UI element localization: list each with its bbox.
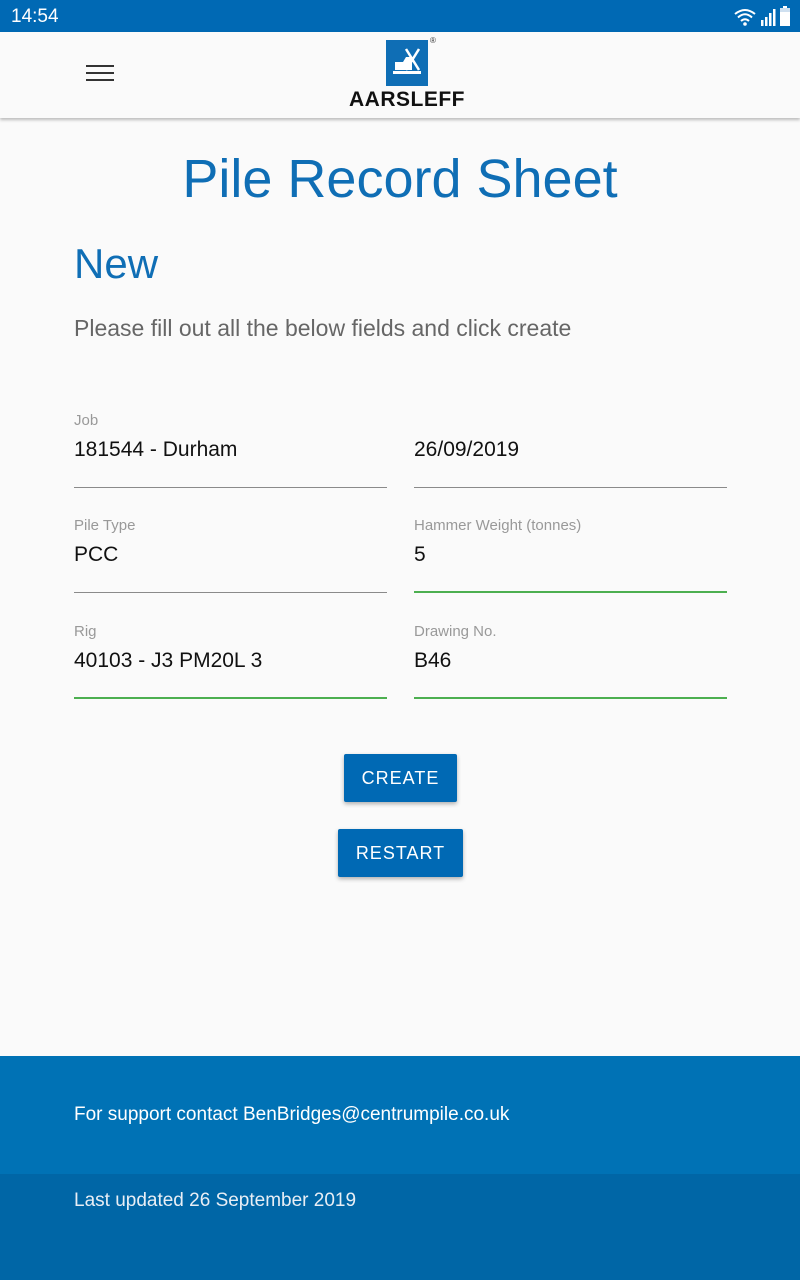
date-underline [414, 487, 727, 488]
page-title: Pile Record Sheet [182, 149, 618, 209]
logo-mark-icon [386, 40, 428, 86]
footer-updated-section: Last updated 26 September 2019 [0, 1174, 800, 1280]
drawing-no-label: Drawing No. [414, 623, 497, 640]
pile-type-underline [74, 592, 387, 593]
hammer-weight-label: Hammer Weight (tonnes) [414, 517, 582, 534]
drawing-no-value[interactable]: B46 [414, 649, 451, 673]
create-button[interactable]: CREATE [344, 754, 457, 802]
instructions-text: Please fill out all the below fields and… [74, 315, 572, 341]
pile-type-value[interactable]: PCC [74, 543, 118, 567]
drawing-no-underline [414, 697, 727, 699]
date-value[interactable]: 26/09/2019 [414, 438, 519, 462]
job-value[interactable]: 181544 - Durham [74, 438, 237, 462]
signal-icon [761, 9, 776, 26]
restart-button[interactable]: RESTART [338, 829, 463, 877]
app-bar: ® AARSLEFF [0, 32, 800, 118]
job-underline [74, 487, 387, 488]
status-icons [734, 6, 790, 26]
hammer-weight-value[interactable]: 5 [414, 543, 426, 567]
rig-underline [74, 697, 387, 699]
battery-icon [780, 6, 790, 26]
date-field[interactable]: 26/09/2019 [414, 412, 727, 488]
wifi-icon [734, 9, 756, 26]
rig-label: Rig [74, 623, 97, 640]
pile-type-label: Pile Type [74, 517, 136, 534]
drawing-no-field[interactable]: Drawing No. B46 [414, 623, 727, 699]
support-contact-text: For support contact BenBridges@centrumpi… [74, 1104, 510, 1125]
status-bar: 14:54 [0, 0, 800, 32]
section-title: New [74, 240, 159, 287]
logo-wordmark: AARSLEFF [349, 88, 465, 111]
pile-type-field[interactable]: Pile Type PCC [74, 517, 387, 593]
rig-value[interactable]: 40103 - J3 PM20L 3 [74, 649, 262, 673]
rig-field[interactable]: Rig 40103 - J3 PM20L 3 [74, 623, 387, 699]
job-field[interactable]: Job 181544 - Durham [74, 412, 387, 488]
hammer-weight-field[interactable]: Hammer Weight (tonnes) 5 [414, 517, 727, 593]
last-updated-text: Last updated 26 September 2019 [74, 1190, 357, 1211]
aarsleff-logo: ® AARSLEFF [344, 36, 470, 112]
footer-support-section: For support contact BenBridges@centrumpi… [0, 1056, 800, 1174]
hamburger-menu-icon[interactable] [86, 65, 114, 85]
job-label: Job [74, 412, 99, 429]
registered-mark: ® [430, 36, 436, 45]
status-time: 14:54 [11, 6, 59, 27]
hammer-weight-underline [414, 591, 727, 593]
